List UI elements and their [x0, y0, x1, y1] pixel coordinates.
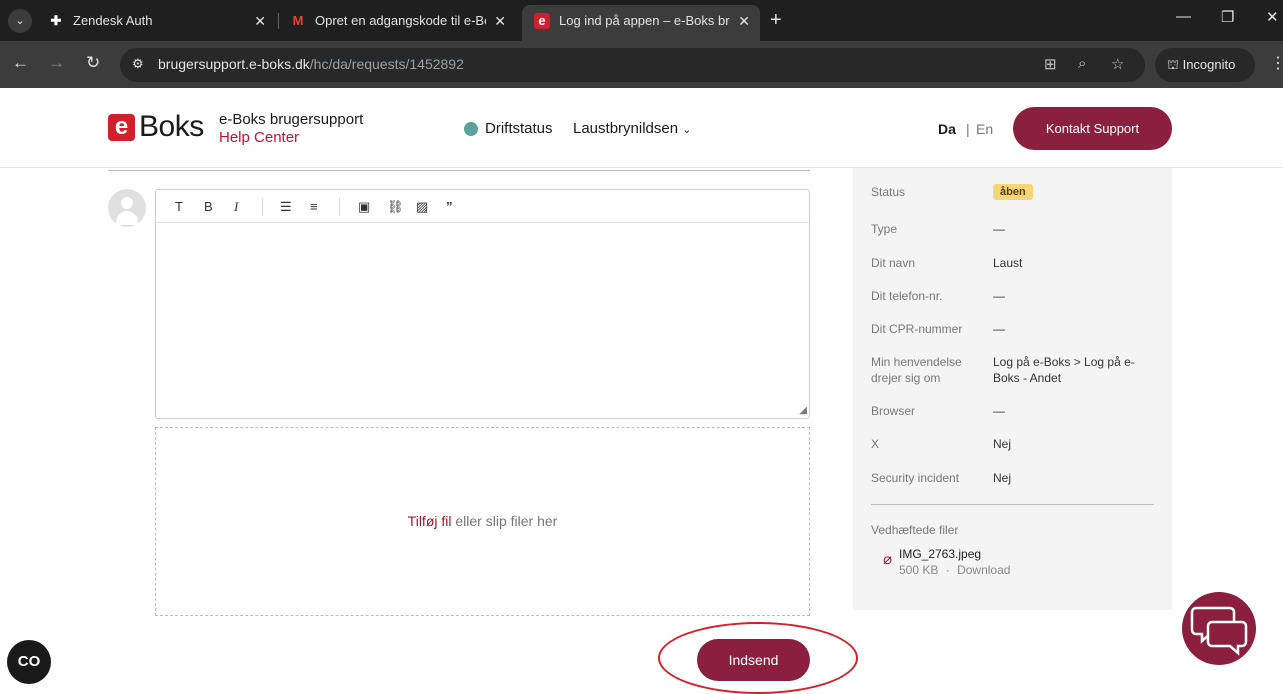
user-name: Laustbrynildsen — [573, 120, 679, 137]
status-indicator-icon — [464, 122, 478, 136]
section-divider — [108, 170, 810, 171]
add-file-link[interactable]: Tilføj fil — [408, 513, 452, 529]
address-bar[interactable]: ⚙ brugersupport.e-boks.dk/hc/da/requests… — [120, 48, 1145, 82]
cookie-settings-button[interactable]: CO — [7, 640, 51, 684]
gmail-icon: M — [292, 13, 304, 28]
translate-icon[interactable]: ⊞ — [1044, 55, 1057, 73]
user-menu[interactable]: Laustbrynildsen ⌄ — [573, 120, 691, 137]
file-dropzone[interactable]: Tilføj fil eller slip filer her — [155, 427, 810, 616]
field-value-browser: — — [993, 404, 1005, 418]
field-value-phone: — — [993, 289, 1005, 303]
paperclip-icon: ⌀ — [883, 551, 893, 568]
tab-zendesk-auth[interactable]: ✚ Zendesk Auth ✕ — [36, 5, 276, 37]
lang-separator: | — [966, 121, 970, 137]
lang-da-link[interactable]: Da — [938, 121, 956, 137]
eboks-logo-mark[interactable]: e — [108, 114, 135, 141]
toolbar-separator — [339, 198, 340, 216]
eboks-logo-text[interactable]: Boks — [139, 110, 204, 144]
status-badge: åben — [993, 184, 1033, 200]
zoom-icon[interactable]: ⌕ — [1078, 55, 1086, 72]
zendesk-icon: ✚ — [50, 13, 62, 28]
new-tab-button[interactable]: + — [770, 9, 782, 32]
field-label-cpr: Dit CPR-nummer — [871, 322, 963, 336]
browser-menu-icon[interactable]: ⋮ — [1270, 53, 1283, 73]
tab-gmail[interactable]: M Opret en adgangskode til e-Bok ✕ — [278, 5, 516, 37]
brand-title[interactable]: e-Boks brugersupport — [219, 111, 363, 128]
browser-tabbar: ⌄ ✚ Zendesk Auth ✕ M Opret en adgangskod… — [0, 0, 1283, 41]
dropzone-text: Tilføj fil eller slip filer her — [407, 513, 558, 529]
reload-icon[interactable]: ↻ — [86, 53, 100, 73]
field-label-status: Status — [871, 185, 906, 199]
numbered-list-icon[interactable]: ≡ — [310, 199, 318, 214]
text-format-button[interactable]: T — [175, 199, 183, 214]
editor-toolbar: T B I ☰ ≡ ▣ ⛓ ▨ ” — [156, 190, 809, 223]
site-header: e Boks e-Boks brugersupport Help Center … — [0, 88, 1283, 168]
url-text: brugersupport.e-boks.dk/hc/da/requests/1… — [158, 56, 464, 72]
chat-widget-button[interactable] — [1182, 592, 1256, 665]
field-label-name: Dit navn — [871, 256, 916, 270]
sidebar-divider — [871, 504, 1154, 505]
field-value-type: — — [993, 222, 1005, 236]
attachments-label: Vedhæftede filer — [871, 523, 959, 537]
italic-button[interactable]: I — [234, 199, 238, 215]
lang-en-link[interactable]: En — [976, 121, 993, 137]
avatar-head — [121, 197, 133, 209]
browser-toolbar: ← → ↻ ⚙ brugersupport.e-boks.dk/hc/da/re… — [0, 41, 1283, 88]
quote-icon[interactable]: ” — [446, 199, 453, 214]
eboks-icon: e — [534, 13, 550, 29]
incognito-indicator[interactable]: ⛫ Incognito — [1155, 48, 1255, 82]
field-value-security: Nej — [993, 471, 1012, 485]
close-window-icon[interactable]: ✕ — [1266, 8, 1279, 26]
field-label-x: X — [871, 437, 880, 451]
attachment-meta: 500 KB · Download — [899, 563, 1010, 577]
chat-bubbles-icon — [1190, 606, 1248, 656]
close-tab-icon[interactable]: ✕ — [254, 5, 266, 37]
bookmark-star-icon[interactable]: ☆ — [1111, 55, 1124, 73]
image-icon[interactable]: ▨ — [416, 199, 428, 215]
driftstatus-link[interactable]: Driftstatus — [485, 120, 553, 137]
toolbar-separator — [262, 198, 263, 216]
field-value-name: Laust — [993, 256, 1023, 270]
attachment-name-link[interactable]: IMG_2763.jpeg — [899, 547, 981, 561]
contact-support-button[interactable]: Kontakt Support — [1013, 107, 1172, 150]
tab-eboks-active[interactable]: e Log ind på appen – e-Boks bruge ✕ — [522, 5, 760, 41]
chevron-down-icon: ⌄ — [682, 124, 692, 136]
field-label-topic: Min henvendelse drejer sig om — [871, 355, 962, 385]
resize-handle-icon[interactable]: ◢ — [799, 405, 807, 416]
restore-icon[interactable]: ❐ — [1221, 8, 1234, 26]
back-icon[interactable]: ← — [12, 53, 29, 73]
minimize-icon[interactable]: — — [1176, 8, 1191, 25]
site-info-icon[interactable]: ⚙ — [132, 56, 144, 72]
tab-search-button[interactable]: ⌄ — [8, 9, 32, 33]
field-value-cpr: — — [993, 322, 1005, 336]
field-label-type: Type — [871, 222, 898, 236]
attachment-download-link[interactable]: Download — [957, 563, 1010, 577]
cookie-settings-icon: CO — [17, 653, 41, 670]
submit-button[interactable]: Indsend — [697, 639, 810, 681]
avatar — [108, 189, 146, 227]
request-details-sidebar: Status åben Type — Dit navn Laust Dit te… — [853, 168, 1172, 610]
code-block-icon[interactable]: ▣ — [358, 199, 370, 215]
forward-icon[interactable]: → — [48, 53, 65, 73]
brand-subtitle[interactable]: Help Center — [219, 129, 299, 146]
field-value-x: Nej — [993, 437, 1012, 451]
close-tab-icon[interactable]: ✕ — [738, 5, 750, 37]
bold-button[interactable]: B — [204, 199, 213, 214]
comment-editor[interactable]: T B I ☰ ≡ ▣ ⛓ ▨ ” ◢ — [155, 189, 810, 419]
incognito-icon: ⛫ — [1167, 57, 1179, 72]
close-tab-icon[interactable]: ✕ — [494, 5, 506, 37]
avatar-body — [116, 211, 138, 225]
field-label-browser: Browser — [871, 404, 916, 418]
field-value-topic: Log på e-Boks > Log på e-Boks - Andet — [993, 355, 1135, 385]
field-label-phone: Dit telefon-nr. — [871, 289, 943, 303]
bullet-list-icon[interactable]: ☰ — [280, 199, 292, 215]
attachment-size: 500 KB — [899, 563, 939, 577]
attachment-separator: · — [945, 563, 950, 577]
link-icon[interactable]: ⛓ — [387, 199, 404, 215]
field-label-security: Security incident — [871, 471, 960, 485]
